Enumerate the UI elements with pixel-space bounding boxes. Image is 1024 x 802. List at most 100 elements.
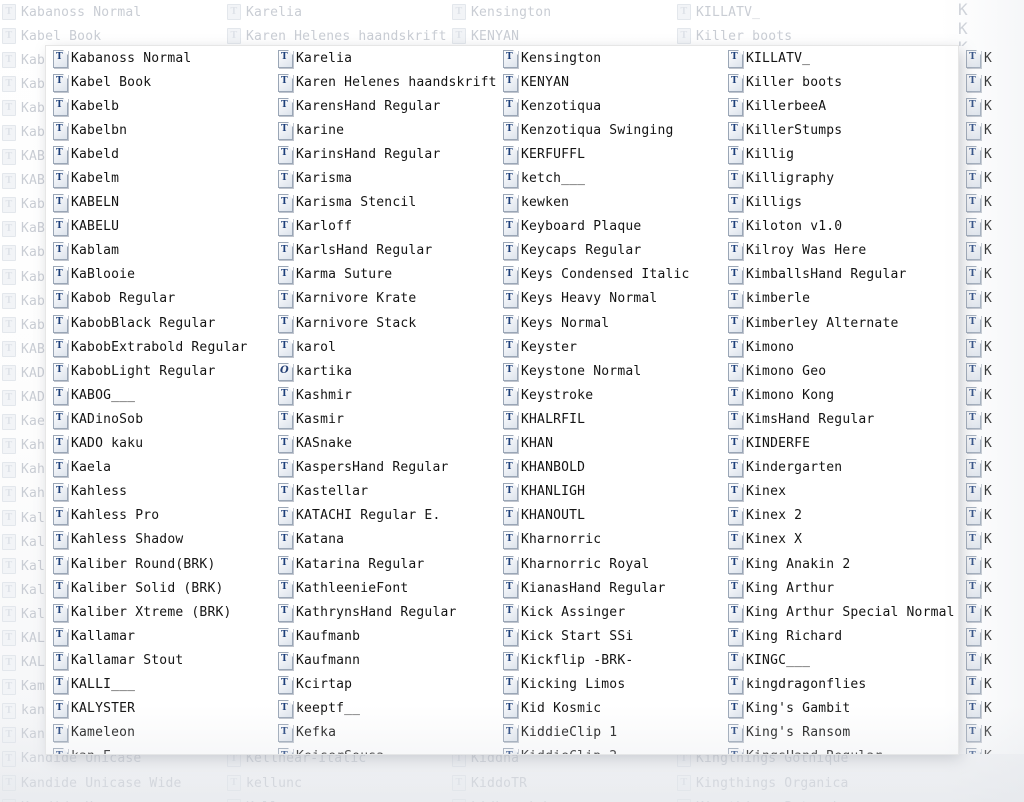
font-list-item[interactable]: T KianasHand Regular bbox=[496, 576, 721, 600]
font-list-item[interactable]: T KiddieClip 1 bbox=[496, 721, 721, 745]
font-list-item-partial[interactable]: TK bbox=[958, 359, 1024, 383]
font-list-item-partial[interactable]: TK bbox=[958, 311, 1024, 335]
font-list-item[interactable]: T Kiloton v1.0 bbox=[721, 215, 946, 239]
font-list-item-partial[interactable]: TK bbox=[958, 504, 1024, 528]
font-list-item[interactable]: T KHALRFIL bbox=[496, 407, 721, 431]
font-list-item[interactable]: T Keycaps Regular bbox=[496, 239, 721, 263]
font-list-item[interactable]: T Kindergarten bbox=[721, 456, 946, 480]
font-list-item-partial[interactable]: TK bbox=[958, 721, 1024, 745]
font-list-item[interactable]: Tkewken bbox=[496, 191, 721, 215]
font-list-item[interactable]: T Karloff bbox=[271, 215, 496, 239]
font-list-item-partial[interactable]: TK bbox=[958, 263, 1024, 287]
font-list-item[interactable]: T Kid Kosmic bbox=[496, 697, 721, 721]
font-list-item[interactable]: T Keystone Normal bbox=[496, 359, 721, 383]
font-list-item[interactable]: T Karisma Stencil bbox=[271, 191, 496, 215]
font-list-item-partial[interactable]: TK bbox=[958, 118, 1024, 142]
font-list-item[interactable]: T Karisma bbox=[271, 166, 496, 190]
font-list-item[interactable]: T KathrynsHand Regular bbox=[271, 600, 496, 624]
font-list-item[interactable]: T Kaufmann bbox=[271, 648, 496, 672]
font-list-item[interactable]: T Katana bbox=[271, 528, 496, 552]
font-list-item-partial[interactable]: TK bbox=[958, 287, 1024, 311]
font-list-item[interactable]: T Kenzotiqua Swinging bbox=[496, 118, 721, 142]
font-list-item[interactable]: T Killer boots bbox=[721, 70, 946, 94]
font-list-item[interactable]: T Kallamar Stout bbox=[46, 648, 271, 672]
font-list-item[interactable]: T Kinex bbox=[721, 480, 946, 504]
font-list-item[interactable]: T Keyster bbox=[496, 335, 721, 359]
font-list-item-partial[interactable]: TK bbox=[958, 191, 1024, 215]
font-list-item-partial[interactable]: TK bbox=[958, 552, 1024, 576]
font-list-item-partial[interactable]: TK bbox=[958, 697, 1024, 721]
font-list-item[interactable]: T Kaliber Xtreme (BRK) bbox=[46, 600, 271, 624]
font-list-item[interactable]: T KabobExtrabold Regular bbox=[46, 335, 271, 359]
font-list-item[interactable]: T Kimono bbox=[721, 335, 946, 359]
font-list-item[interactable]: T Kallamar bbox=[46, 624, 271, 648]
font-list-item[interactable]: T KATACHI Regular E. bbox=[271, 504, 496, 528]
font-list-item[interactable]: T KALYSTER bbox=[46, 697, 271, 721]
font-list-item[interactable]: T Karelia bbox=[271, 46, 496, 70]
font-list-item[interactable]: T Kabelm bbox=[46, 166, 271, 190]
font-list-item[interactable]: T Karen Helenes haandskrift bbox=[271, 70, 496, 94]
font-list-item[interactable]: T King Arthur Special Normal bbox=[721, 600, 955, 624]
font-list-item[interactable]: T Kahless Pro bbox=[46, 504, 271, 528]
font-list-item[interactable]: T KillerStumps bbox=[721, 118, 946, 142]
font-list-item[interactable]: T Karnivore Stack bbox=[271, 311, 496, 335]
font-list-item[interactable]: Tkeeptf__ bbox=[271, 697, 496, 721]
font-list-item-partial[interactable]: TK bbox=[958, 46, 1024, 70]
font-list-item[interactable]: Tkarine bbox=[271, 118, 496, 142]
font-list-item[interactable]: T KeiserSousa bbox=[271, 745, 496, 754]
font-list-item[interactable]: Tkimberle bbox=[721, 287, 946, 311]
font-list-item[interactable]: T KaspersHand Regular bbox=[271, 456, 496, 480]
font-list-item[interactable]: T KarinsHand Regular bbox=[271, 142, 496, 166]
font-list-item-partial[interactable]: TK bbox=[958, 239, 1024, 263]
font-list-item[interactable]: T Kick Assinger bbox=[496, 600, 721, 624]
font-list-column-5-partial[interactable]: TKTKTKTKTKTKTKTKTKTKTKTKTKTKTKTKTKTKTKTK… bbox=[958, 46, 1024, 754]
font-list-panel[interactable]: T Kabanoss Normal T Kabel Book T Kabelb T Kabel… bbox=[46, 46, 958, 754]
font-list-item-partial[interactable]: TK bbox=[958, 166, 1024, 190]
font-list-item[interactable]: T Killigs bbox=[721, 191, 946, 215]
font-list-item[interactable]: T Kharnorric Royal bbox=[496, 552, 721, 576]
font-list-item[interactable]: T King Arthur bbox=[721, 576, 946, 600]
font-list-item[interactable]: T Keys Normal bbox=[496, 311, 721, 335]
font-list-item[interactable]: T KHANLIGH bbox=[496, 480, 721, 504]
font-list-item[interactable]: T Kahless Shadow bbox=[46, 528, 271, 552]
font-list-item[interactable]: T Kimberley Alternate bbox=[721, 311, 946, 335]
font-list-item[interactable]: T Kinex 2 bbox=[721, 504, 946, 528]
font-list-item[interactable]: T KabobBlack Regular bbox=[46, 311, 271, 335]
font-list-item-partial[interactable]: TK bbox=[958, 383, 1024, 407]
font-list-item[interactable]: T Kilroy Was Here bbox=[721, 239, 946, 263]
font-list-item[interactable]: T Kabeld bbox=[46, 142, 271, 166]
font-list-item[interactable]: Tkarol bbox=[271, 335, 496, 359]
font-list-item-partial[interactable]: TK bbox=[958, 745, 1024, 754]
font-list-item[interactable]: T Kasmir bbox=[271, 407, 496, 431]
font-list-item[interactable]: T KABELU bbox=[46, 215, 271, 239]
font-list-item-partial[interactable]: TK bbox=[958, 480, 1024, 504]
font-list-item[interactable]: T Kashmir bbox=[271, 383, 496, 407]
font-list-item[interactable]: T Kabanoss Normal bbox=[46, 46, 271, 70]
font-list-item[interactable]: T KiddieClip 2 bbox=[496, 745, 721, 754]
font-list-item[interactable]: T KarensHand Regular bbox=[271, 94, 496, 118]
font-list-item[interactable]: T KABELN bbox=[46, 191, 271, 215]
font-list-item[interactable]: T Kickflip -BRK- bbox=[496, 648, 721, 672]
font-list-item[interactable]: T Keys Heavy Normal bbox=[496, 287, 721, 311]
font-list-item[interactable]: T Kensington bbox=[496, 46, 721, 70]
font-list-item-partial[interactable]: TK bbox=[958, 407, 1024, 431]
font-list-item[interactable]: T Kastellar bbox=[271, 480, 496, 504]
font-list-item-partial[interactable]: TK bbox=[958, 70, 1024, 94]
font-list-item[interactable]: T Kaliber Round(BRK) bbox=[46, 552, 271, 576]
font-list-item[interactable]: T Kimono Geo bbox=[721, 359, 946, 383]
font-list-item[interactable]: T Katarina Regular bbox=[271, 552, 496, 576]
font-list-item[interactable]: T KADO kaku bbox=[46, 432, 271, 456]
font-list-item[interactable]: T Kick Start SSi bbox=[496, 624, 721, 648]
font-list-item[interactable]: T Kabelbn bbox=[46, 118, 271, 142]
font-list-item[interactable]: T Karnivore Krate bbox=[271, 287, 496, 311]
font-list-item[interactable]: T KALLI___ bbox=[46, 672, 271, 696]
font-list-item[interactable]: T KHANBOLD bbox=[496, 456, 721, 480]
font-list-item[interactable]: T Keyboard Plaque bbox=[496, 215, 721, 239]
font-list-item[interactable]: T Kinex X bbox=[721, 528, 946, 552]
font-list-item[interactable]: T Kaliber Solid (BRK) bbox=[46, 576, 271, 600]
font-list-item-partial[interactable]: TK bbox=[958, 456, 1024, 480]
font-list-item[interactable]: T Kabelb bbox=[46, 94, 271, 118]
font-list-item[interactable]: T KERFUFFL bbox=[496, 142, 721, 166]
font-list-item[interactable]: T KimsHand Regular bbox=[721, 407, 946, 431]
font-list-item[interactable]: T KathleenieFont bbox=[271, 576, 496, 600]
